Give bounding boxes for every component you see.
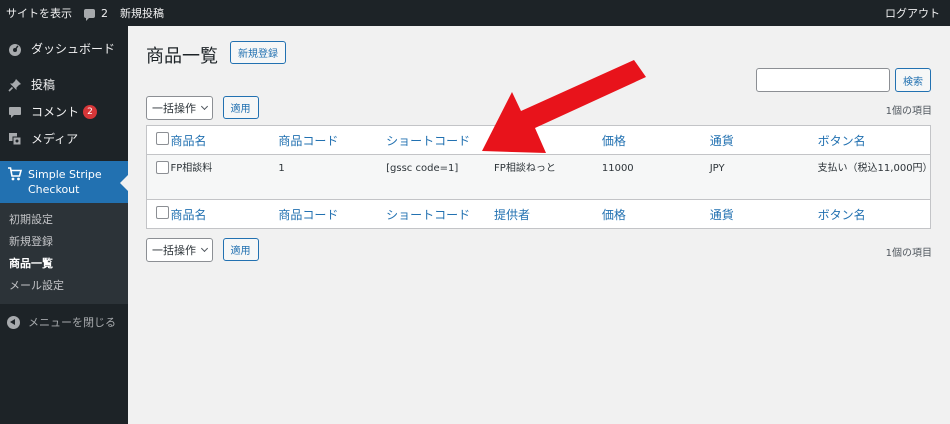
bulk-actions-top: 一括操作 適用 [146, 96, 259, 120]
sidebar-item-label: ダッシュボード [31, 42, 116, 56]
logout-label: ログアウト [885, 7, 940, 20]
column-header-provider[interactable]: 提供者 [494, 126, 602, 155]
sidebar-item-label: 投稿 [31, 78, 56, 92]
column-footer-provider[interactable]: 提供者 [494, 200, 602, 229]
search-button[interactable]: 検索 [895, 68, 931, 92]
main-content: 商品一覧 新規登録 検索 一括操作 適用 1個の項目 商品名 商品コード ショー… [128, 26, 950, 424]
submenu-item-new-registration[interactable]: 新規登録 [0, 231, 128, 253]
column-header-button-name[interactable]: ボタン名 [818, 126, 931, 155]
cell-provider: FP相談ねっと [494, 163, 556, 174]
column-footer-shortcode[interactable]: ショートコード [386, 200, 494, 229]
sidebar-item-posts[interactable]: 投稿 [0, 71, 128, 98]
logout-link[interactable]: ログアウト [879, 0, 950, 26]
column-footer-button-name[interactable]: ボタン名 [818, 200, 931, 229]
cell-code: 1 [278, 163, 285, 174]
search-input[interactable] [756, 68, 890, 92]
collapse-arrow-icon [7, 315, 20, 329]
submenu-item-mail-settings[interactable]: メール設定 [0, 275, 128, 297]
comment-icon [7, 104, 23, 120]
comments-count: 2 [101, 6, 108, 20]
bulk-action-label: 一括操作 [152, 102, 196, 115]
new-post-label: 新規投稿 [120, 7, 164, 20]
column-footer-name[interactable]: 商品名 [170, 200, 278, 229]
comment-bubble-icon [84, 8, 95, 21]
apply-button[interactable]: 適用 [222, 96, 259, 119]
bulk-action-label: 一括操作 [152, 244, 196, 257]
new-post-link[interactable]: 新規投稿 [114, 0, 170, 26]
sidebar-item-dashboard[interactable]: ダッシュボード [0, 35, 128, 62]
sidebar-item-label: メディア [31, 132, 79, 146]
column-footer-currency[interactable]: 通貨 [710, 200, 818, 229]
product-table: 商品名 商品コード ショートコード 提供者 価格 通貨 ボタン名 FP相談料 1… [146, 125, 933, 229]
submenu-item-product-list[interactable]: 商品一覧 [0, 253, 128, 275]
view-site-label: サイトを表示 [6, 7, 72, 20]
column-header-name[interactable]: 商品名 [170, 126, 278, 155]
admin-sidebar: ダッシュボード 投稿 コメント 2 メディア Simple Stripe Che… [0, 26, 128, 424]
comment-count-badge: 2 [83, 104, 98, 119]
cell-name[interactable]: FP相談料 [170, 155, 278, 200]
sidebar-item-label: Simple Stripe Checkout [28, 168, 102, 196]
table-header-row: 商品名 商品コード ショートコード 提供者 価格 通貨 ボタン名 [146, 126, 931, 155]
column-footer-price[interactable]: 価格 [602, 200, 710, 229]
row-checkbox-cell [147, 155, 171, 200]
row-checkbox[interactable] [156, 161, 169, 174]
column-header-price[interactable]: 価格 [602, 126, 710, 155]
dashboard-icon [7, 41, 23, 57]
collapse-menu-label: メニューを閉じる [28, 316, 116, 329]
bulk-action-select-bottom[interactable]: 一括操作 [146, 238, 213, 262]
sidebar-item-simple-stripe-checkout[interactable]: Simple Stripe Checkout [0, 161, 128, 203]
add-new-button[interactable]: 新規登録 [230, 41, 286, 64]
sidebar-item-label: コメント [31, 105, 80, 119]
column-header-currency[interactable]: 通貨 [710, 126, 818, 155]
sidebar-submenu: 初期設定 新規登録 商品一覧 メール設定 [0, 203, 128, 304]
view-site-link[interactable]: サイトを表示 [0, 0, 78, 26]
cell-price: 11000 [601, 163, 634, 174]
table-footer-row: 商品名 商品コード ショートコード 提供者 価格 通貨 ボタン名 [146, 199, 931, 229]
select-all-checkbox[interactable] [156, 132, 169, 145]
bulk-actions-bottom: 一括操作 適用 [146, 238, 259, 262]
cell-button-name: 支払い（税込11,000円） [817, 163, 933, 174]
cell-currency: JPY [709, 163, 725, 174]
page-title: 商品一覧 [146, 46, 218, 67]
bulk-action-select[interactable]: 一括操作 [146, 96, 213, 120]
apply-button-bottom[interactable]: 適用 [222, 238, 259, 261]
select-all-cell-footer [147, 200, 171, 229]
submenu-item-initial-settings[interactable]: 初期設定 [0, 209, 128, 231]
comments-link[interactable]: 2 [78, 0, 114, 26]
collapse-menu-button[interactable]: メニューを閉じる [0, 307, 128, 337]
sidebar-item-media[interactable]: メディア [0, 125, 128, 152]
admin-bar: サイトを表示 2 新規投稿 ログアウト [0, 0, 950, 26]
cart-icon [7, 167, 22, 183]
table-row: FP相談料 1 [gssc code=1] FP相談ねっと 11000 JPY … [146, 154, 933, 200]
media-icon [7, 131, 23, 147]
column-header-code[interactable]: 商品コード [278, 126, 386, 155]
chevron-down-icon [200, 102, 209, 111]
select-all-cell [147, 126, 171, 155]
item-count-bottom: 1個の項目 [885, 248, 932, 259]
cell-shortcode: [gssc code=1] [386, 163, 459, 174]
pin-icon [7, 77, 23, 93]
sidebar-item-comments[interactable]: コメント 2 [0, 98, 128, 125]
item-count: 1個の項目 [885, 106, 932, 117]
column-header-shortcode[interactable]: ショートコード [386, 126, 494, 155]
column-footer-code[interactable]: 商品コード [278, 200, 386, 229]
select-all-checkbox-footer[interactable] [156, 206, 169, 219]
chevron-down-icon [200, 244, 209, 253]
